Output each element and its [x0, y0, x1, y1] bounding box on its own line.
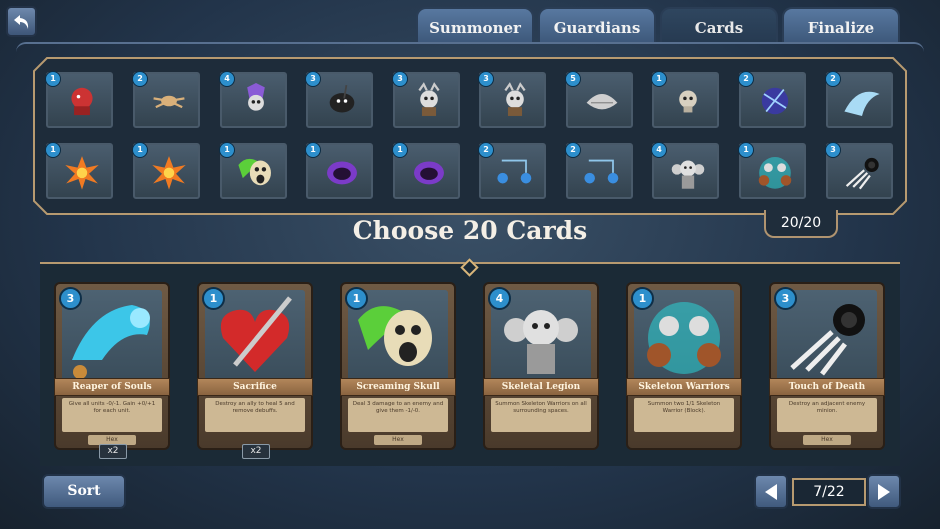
cost-badge: 1: [305, 142, 321, 158]
cost-badge: 4: [219, 71, 235, 87]
collection-card[interactable]: 3 Reaper of Souls Give all units -0/-1. Ga…: [54, 282, 170, 450]
window-frame: [16, 42, 924, 52]
card-name: Sacrifice: [197, 378, 313, 396]
deck-card[interactable]: 2: [478, 142, 546, 199]
deck-card[interactable]: 1: [132, 142, 200, 199]
deck-card[interactable]: 4: [651, 142, 719, 199]
cost-badge: 1: [392, 142, 408, 158]
deck-card[interactable]: 2: [825, 71, 893, 128]
cost-badge: 3: [59, 287, 82, 310]
collection-card[interactable]: 4 Skeletal Legion Summon Skeleton Warriors…: [483, 282, 599, 450]
page-indicator: 7/22: [792, 478, 866, 506]
cost-badge: 3: [825, 142, 841, 158]
deck-card[interactable]: 3: [392, 71, 460, 128]
cost-badge: 1: [345, 287, 368, 310]
cost-badge: 4: [651, 142, 667, 158]
cost-badge: 2: [478, 142, 494, 158]
tab-guardians[interactable]: Guardians: [538, 7, 656, 43]
cost-badge: 3: [478, 71, 494, 87]
collection-card[interactable]: 1 Sacrifice Destroy an ally to heal 5 and …: [197, 282, 313, 450]
card-type: Hex: [803, 435, 851, 445]
card-name: Skeleton Warriors: [626, 378, 742, 396]
card-name: Skeletal Legion: [483, 378, 599, 396]
deck-card[interactable]: 1: [651, 71, 719, 128]
card-description: Destroy an adjacent enemy minion.: [777, 398, 877, 432]
deck-card[interactable]: 3: [825, 142, 893, 199]
card-quantity: x2: [99, 444, 127, 459]
collection-card[interactable]: 3 Touch of Death Destroy an adjacent enemy…: [769, 282, 885, 450]
prev-page-button[interactable]: [754, 474, 788, 509]
tab-finalize[interactable]: Finalize: [782, 7, 900, 43]
cost-badge: 3: [392, 71, 408, 87]
collection-card[interactable]: 1 Skeleton Warriors Summon two 1/1 Skeleto…: [626, 282, 742, 450]
cost-badge: 5: [565, 71, 581, 87]
cost-badge: 1: [219, 142, 235, 158]
card-description: Summon two 1/1 Skeleton Warrior (Block).: [634, 398, 734, 432]
cost-badge: 1: [132, 142, 148, 158]
deck-card[interactable]: 1: [392, 142, 460, 199]
card-description: Give all units -0/-1. Gain +0/+1 for eac…: [62, 398, 162, 432]
cost-badge: 1: [45, 142, 61, 158]
back-arrow-icon: [13, 14, 28, 29]
deck-card[interactable]: 1: [45, 142, 113, 199]
card-description: Destroy an ally to heal 5 and remove deb…: [205, 398, 305, 432]
cost-badge: 2: [825, 71, 841, 87]
card-name: Screaming Skull: [340, 378, 456, 396]
cost-badge: 3: [774, 287, 797, 310]
prev-arrow-icon: [765, 483, 777, 500]
cost-badge: 1: [45, 71, 61, 87]
tab-summoner[interactable]: Summoner: [416, 7, 534, 43]
cost-badge: 1: [631, 287, 654, 310]
cost-badge: 2: [132, 71, 148, 87]
collection-card[interactable]: 1 Screaming Skull Deal 3 damage to an enem…: [340, 282, 456, 450]
sort-button[interactable]: Sort: [42, 474, 126, 509]
deck-panel: 1 2 4 3 3 3 5 1 2 2 1 1 1 1 1 2 2 4 1 3: [33, 57, 907, 215]
cost-badge: 1: [738, 142, 754, 158]
deck-card[interactable]: 4: [219, 71, 287, 128]
card-description: Summon Skeleton Warriors on all surround…: [491, 398, 591, 432]
card-quantity: x2: [242, 444, 270, 459]
deck-card[interactable]: 3: [305, 71, 373, 128]
deck-card[interactable]: 1: [738, 142, 806, 199]
cost-badge: 3: [305, 71, 321, 87]
cost-badge: 1: [202, 287, 225, 310]
deck-card[interactable]: 5: [565, 71, 633, 128]
cost-badge: 2: [565, 142, 581, 158]
cost-badge: 4: [488, 287, 511, 310]
deck-card[interactable]: 2: [565, 142, 633, 199]
next-page-button[interactable]: [867, 474, 901, 509]
deck-card[interactable]: 1: [305, 142, 373, 199]
cost-badge: 2: [738, 71, 754, 87]
deck-card[interactable]: 2: [132, 71, 200, 128]
card-name: Touch of Death: [769, 378, 885, 396]
card-name: Reaper of Souls: [54, 378, 170, 396]
cost-badge: 1: [651, 71, 667, 87]
deck-card[interactable]: 3: [478, 71, 546, 128]
back-button[interactable]: [6, 6, 37, 37]
tab-cards[interactable]: Cards: [660, 7, 778, 43]
deck-card[interactable]: 1: [219, 142, 287, 199]
next-arrow-icon: [878, 483, 890, 500]
card-description: Deal 3 damage to an enemy and give them …: [348, 398, 448, 432]
deck-card[interactable]: 1: [45, 71, 113, 128]
card-type: Hex: [374, 435, 422, 445]
page-title: Choose 20 Cards: [352, 216, 588, 245]
deck-card[interactable]: 2: [738, 71, 806, 128]
